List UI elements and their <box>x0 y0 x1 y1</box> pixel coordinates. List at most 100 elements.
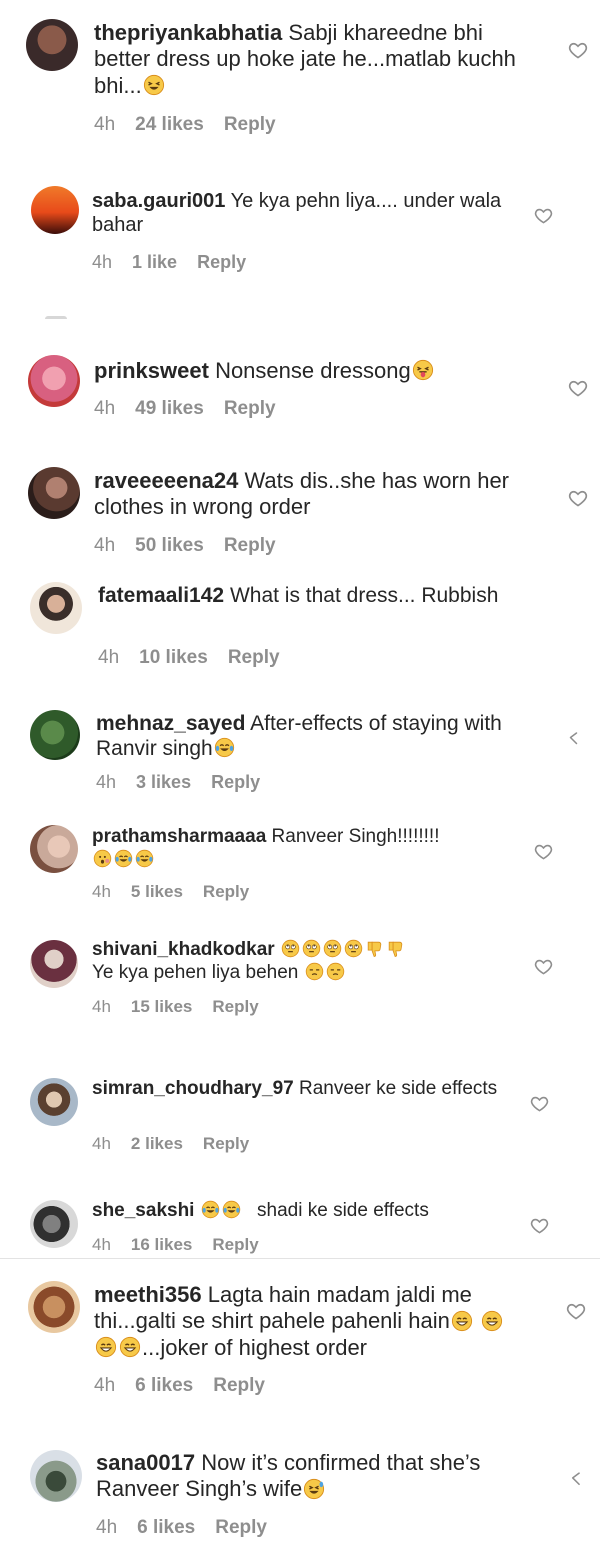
reply-button[interactable]: Reply <box>203 882 249 901</box>
comment-text: prathamsharmaaaa Ranveer Singh!!!!!!!! <box>92 826 512 872</box>
comment-meta: 4h 50 likes Reply <box>94 535 296 557</box>
like-heart-icon[interactable] <box>534 842 553 861</box>
tears-of-joy-emoji <box>222 1200 241 1219</box>
comment-text: sana0017 Now it’s confirmed that she’s R… <box>96 1450 536 1503</box>
avatar[interactable] <box>30 940 78 988</box>
comment-time: 4h <box>94 398 116 419</box>
comment-meta: 4h 5 likes Reply <box>92 882 269 902</box>
like-heart-icon[interactable] <box>568 40 588 60</box>
comment-likes[interactable]: 5 likes <box>131 882 183 901</box>
reply-button[interactable]: Reply <box>224 114 276 135</box>
comment-text: meethi356 Lagta hain madam jaldi me thi.… <box>94 1282 514 1361</box>
comment-time: 4h <box>92 252 113 272</box>
comment-body: Nonsense dressong <box>215 358 411 383</box>
laughing-squint-emoji <box>143 74 165 96</box>
comment-time: 4h <box>94 1375 116 1396</box>
comment-text: prinksweet Nonsense dressong <box>94 358 534 384</box>
comment-username[interactable]: she_sakshi <box>92 1200 194 1221</box>
avatar[interactable] <box>30 582 82 634</box>
comment-time: 4h <box>96 772 117 792</box>
grinning-emoji <box>481 1310 503 1332</box>
comment-username[interactable]: shivani_khadkodkar <box>92 939 275 960</box>
comment-time: 4h <box>94 535 116 556</box>
reply-button[interactable]: Reply <box>197 252 246 272</box>
comment-text: mehnaz_sayed After-effects of staying wi… <box>96 711 526 761</box>
comment-username[interactable]: meethi356 <box>94 1282 202 1307</box>
avatar[interactable] <box>28 467 80 519</box>
like-heart-icon[interactable] <box>534 206 553 225</box>
comment-meta: 4h 10 likes Reply <box>98 647 300 669</box>
eye-roll-emoji <box>302 939 321 958</box>
avatar[interactable] <box>30 825 78 873</box>
comment-likes[interactable]: 15 likes <box>131 997 192 1016</box>
comment-meta: 4h 15 likes Reply <box>92 997 279 1017</box>
avatar[interactable] <box>30 1078 78 1126</box>
comment-likes[interactable]: 24 likes <box>135 114 204 135</box>
comment-meta: 4h 2 likes Reply <box>92 1134 269 1154</box>
thumbs-down-emoji <box>386 939 405 958</box>
avatar[interactable] <box>28 1281 80 1333</box>
grinning-emoji <box>451 1310 473 1332</box>
like-heart-icon[interactable] <box>568 378 588 398</box>
comment-body: shadi ke side effects <box>257 1200 429 1222</box>
comment-meta: 4h 6 likes Reply <box>94 1375 285 1397</box>
avatar[interactable] <box>30 710 80 760</box>
reply-button[interactable]: Reply <box>224 398 276 419</box>
avatar[interactable] <box>30 1450 82 1502</box>
like-heart-icon[interactable] <box>568 488 588 508</box>
loading-stub <box>45 316 67 319</box>
comment-text: saba.gauri001 Ye kya pehn liya.... under… <box>92 189 512 237</box>
reply-button[interactable]: Reply <box>211 772 260 792</box>
comment-likes[interactable]: 49 likes <box>135 398 204 419</box>
tears-of-joy-emoji <box>135 849 154 868</box>
reply-button[interactable]: Reply <box>213 1375 265 1396</box>
avatar[interactable] <box>31 186 79 234</box>
comment-username[interactable]: sana0017 <box>96 1450 195 1475</box>
comment-likes[interactable]: 10 likes <box>139 647 208 668</box>
comment-username[interactable]: thepriyankabhatia <box>94 20 282 45</box>
comment-username[interactable]: mehnaz_sayed <box>96 712 245 735</box>
comment-likes[interactable]: 6 likes <box>137 1517 195 1538</box>
thumbs-down-emoji <box>365 939 384 958</box>
like-heart-icon[interactable] <box>530 1216 549 1235</box>
comment-time: 4h <box>96 1517 118 1538</box>
eye-roll-emoji <box>323 939 342 958</box>
comment-meta: 4h 24 likes Reply <box>94 114 296 136</box>
eye-roll-emoji <box>281 939 300 958</box>
like-heart-icon[interactable] <box>566 1301 586 1321</box>
comment-username[interactable]: fatemaali142 <box>98 584 224 607</box>
comment-likes[interactable]: 16 likes <box>131 1235 192 1254</box>
reply-button[interactable]: Reply <box>203 1134 249 1153</box>
like-heart-icon[interactable] <box>530 1094 549 1113</box>
comment-likes[interactable]: 2 likes <box>131 1134 183 1153</box>
comment-username[interactable]: prinksweet <box>94 358 209 383</box>
comment-time: 4h <box>92 1235 111 1254</box>
avatar[interactable] <box>26 19 78 71</box>
avatar[interactable] <box>28 355 80 407</box>
comment-meta: 4h 49 likes Reply <box>94 398 296 420</box>
comment-likes[interactable]: 1 like <box>132 252 177 272</box>
reply-button[interactable]: Reply <box>215 1517 267 1538</box>
comment-time: 4h <box>94 114 116 135</box>
unamused-emoji <box>326 962 345 981</box>
like-heart-icon[interactable] <box>568 1470 587 1489</box>
comment-username[interactable]: prathamsharmaaaa <box>92 826 266 847</box>
like-heart-icon[interactable] <box>566 730 584 748</box>
avatar[interactable] <box>30 1200 78 1248</box>
comment-username[interactable]: raveeeeena24 <box>94 468 238 493</box>
comment-body: What is that dress... Rubbish <box>229 584 499 607</box>
like-heart-icon[interactable] <box>534 957 553 976</box>
comment-likes[interactable]: 6 likes <box>135 1375 193 1396</box>
comment-time: 4h <box>92 997 111 1016</box>
reply-button[interactable]: Reply <box>212 997 258 1016</box>
comment-text: thepriyankabhatia Sabji khareedne bhi be… <box>94 20 534 99</box>
comment-likes[interactable]: 3 likes <box>136 772 191 792</box>
reply-button[interactable]: Reply <box>228 647 280 668</box>
comment-body-tail: ...joker of highest order <box>142 1334 368 1360</box>
section-divider <box>0 1258 600 1259</box>
reply-button[interactable]: Reply <box>212 1235 258 1254</box>
comment-username[interactable]: saba.gauri001 <box>92 190 225 212</box>
comment-username[interactable]: simran_choudhary_97 <box>92 1078 294 1099</box>
reply-button[interactable]: Reply <box>224 535 276 556</box>
comment-likes[interactable]: 50 likes <box>135 535 204 556</box>
